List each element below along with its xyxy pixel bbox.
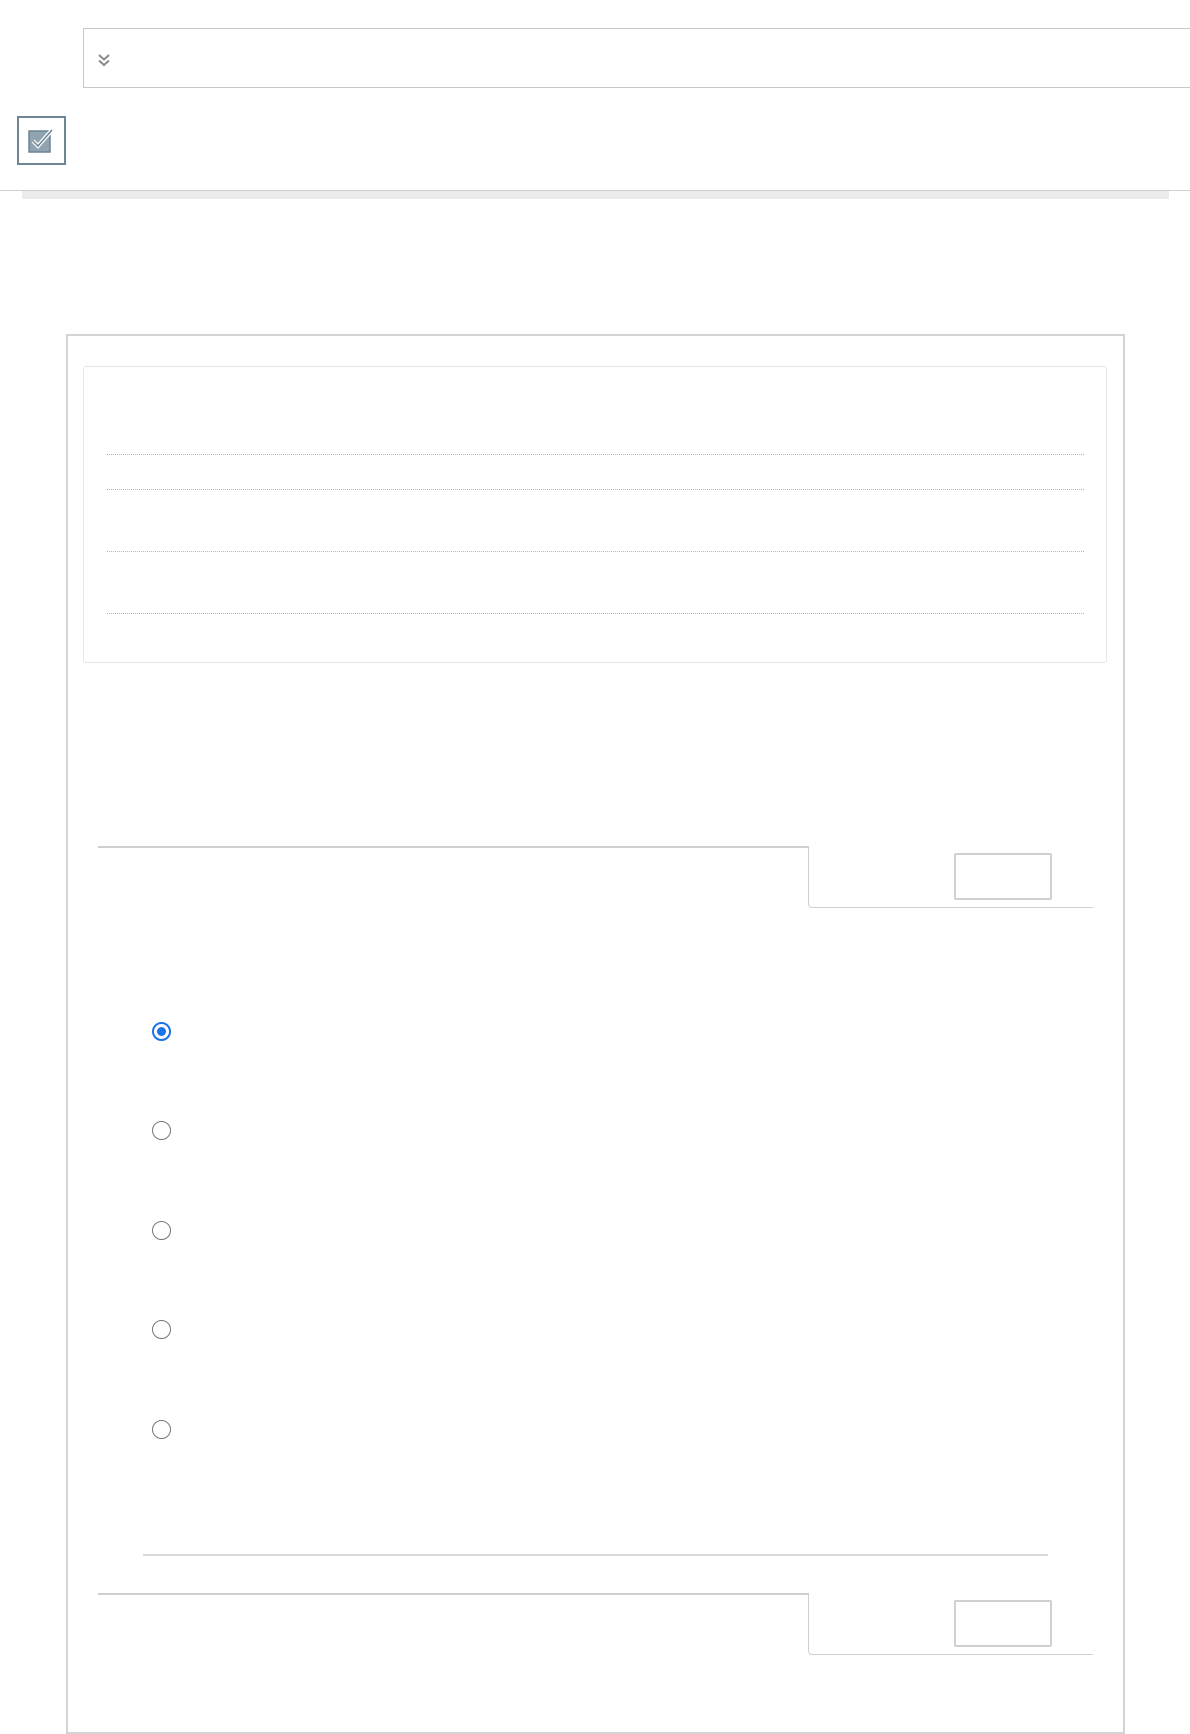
question-header-tab <box>808 1593 1093 1655</box>
points-field[interactable] <box>954 853 1052 900</box>
checkbox-checked-icon[interactable] <box>17 116 66 165</box>
summary-row-divider <box>107 551 1084 552</box>
collapse-bar[interactable] <box>83 28 1190 88</box>
points-field[interactable] <box>954 1600 1052 1647</box>
answer-option-radio[interactable] <box>152 1320 171 1339</box>
summary-row-divider <box>107 454 1084 455</box>
answer-option-radio[interactable] <box>152 1420 171 1439</box>
double-chevron-down-icon[interactable] <box>96 52 112 68</box>
answer-option-radio[interactable] <box>152 1022 171 1041</box>
summary-row-divider <box>107 489 1084 490</box>
question-header-tab <box>808 846 1093 908</box>
answer-option-radio[interactable] <box>152 1221 171 1240</box>
summary-card <box>83 366 1107 663</box>
header-shadow <box>22 191 1169 199</box>
summary-row-divider <box>107 613 1084 614</box>
answer-option-radio[interactable] <box>152 1121 171 1140</box>
question-divider <box>143 1554 1048 1556</box>
